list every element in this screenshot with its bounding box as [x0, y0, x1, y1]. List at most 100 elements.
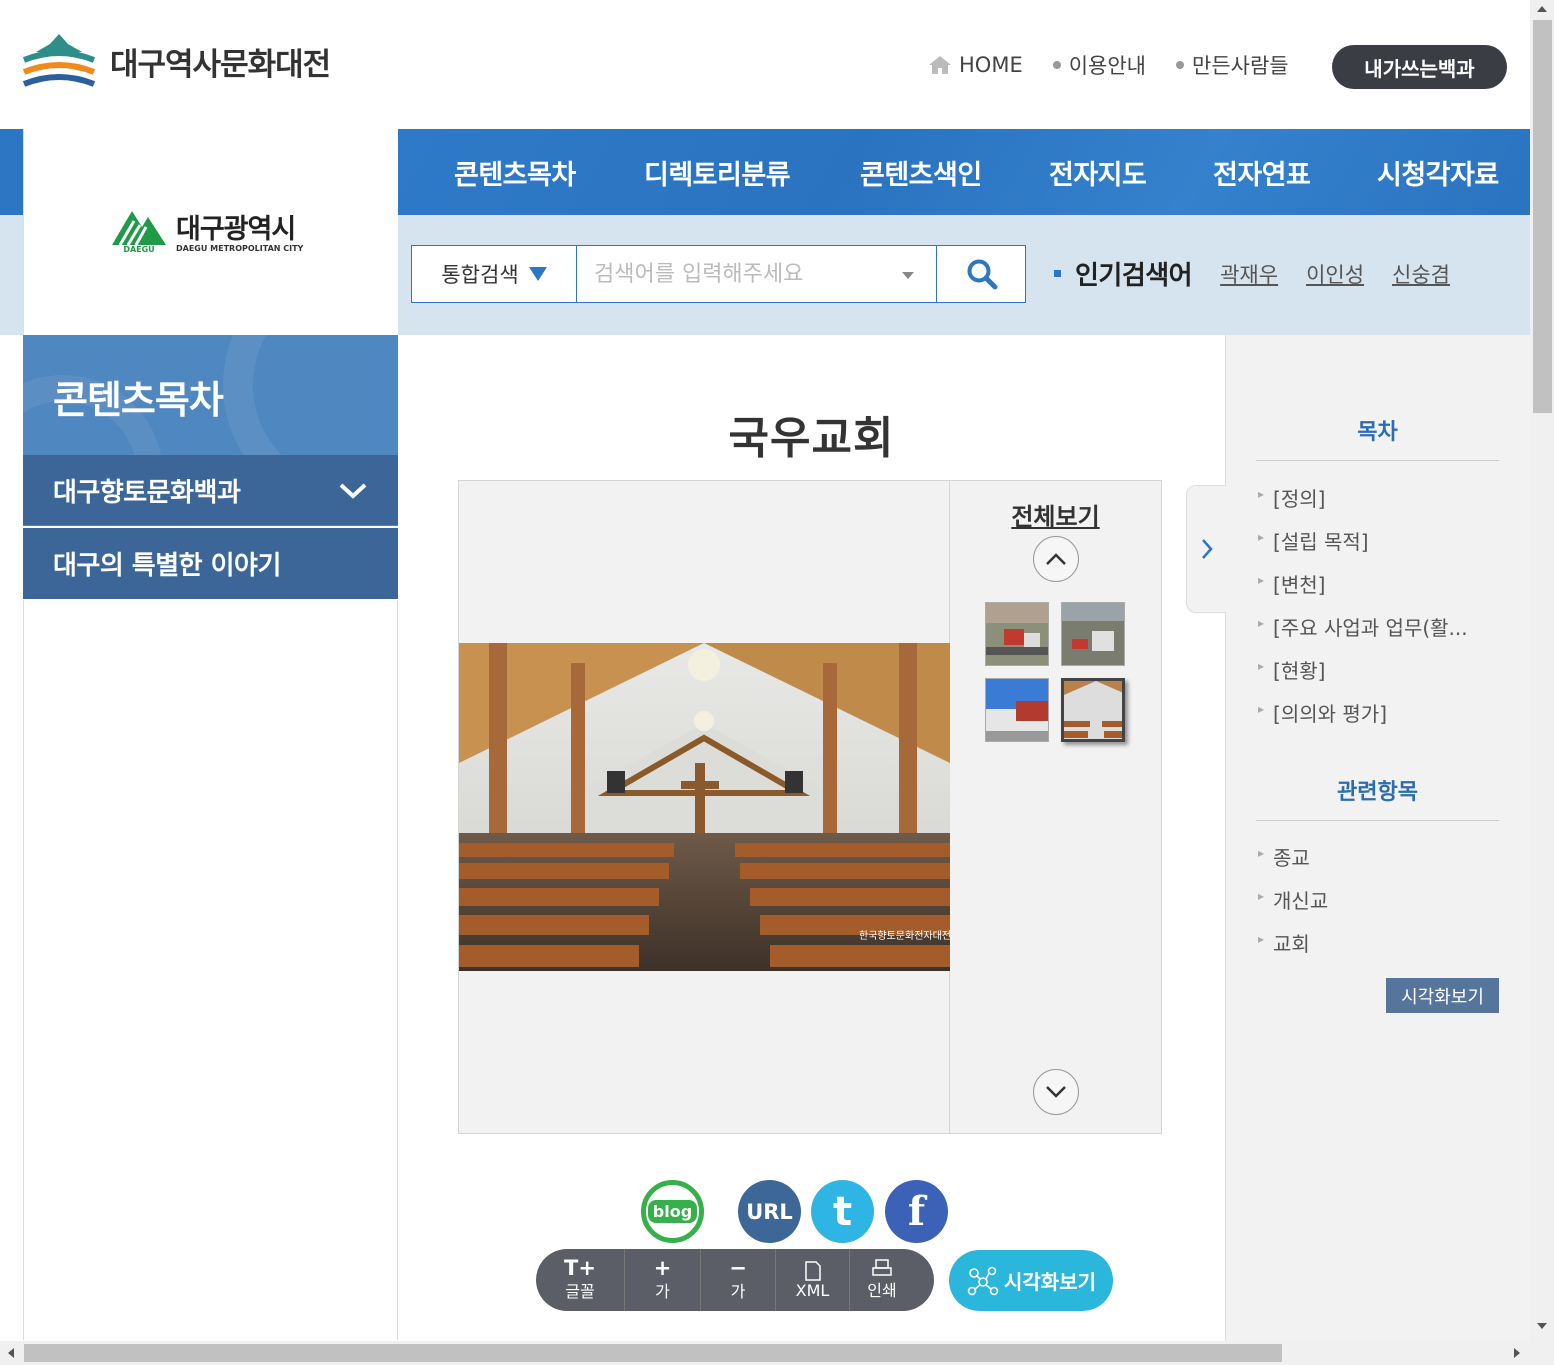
related-item-label: 종교	[1273, 846, 1310, 870]
gnb-timeline[interactable]: 전자연표	[1213, 153, 1311, 192]
thumbnail-exterior[interactable]	[985, 678, 1049, 742]
related-title: 관련항목	[1256, 774, 1499, 821]
home-icon	[929, 56, 951, 74]
gnb-directory[interactable]: 디렉토리분류	[644, 153, 791, 192]
decoration	[223, 335, 398, 455]
sidebar-item-special-story[interactable]: 대구의 특별한 이야기	[23, 528, 398, 599]
autocomplete-caret-icon[interactable]	[902, 272, 914, 279]
vertical-scrollbar[interactable]	[1530, 0, 1554, 1341]
font-button[interactable]: T+ 글꼴	[536, 1249, 625, 1311]
view-all-link[interactable]: 전체보기	[950, 497, 1161, 532]
toc-item-label: [현황]	[1273, 659, 1326, 683]
home-link-label: HOME	[959, 53, 1023, 77]
sidebar-header: 콘텐츠목차	[23, 335, 398, 455]
search-form: 통합검색	[411, 245, 1026, 303]
church-interior-photo[interactable]: 한국향토문화전자대전	[459, 643, 950, 971]
city-logo-text: 대구광역시 DAEGU METROPOLITAN CITY	[176, 214, 304, 254]
panel-toggle-button[interactable]	[1186, 485, 1226, 613]
bullet-icon: ▸	[1258, 658, 1265, 673]
zoom-in-label: 가	[655, 1282, 670, 1301]
chevron-down-icon	[1046, 1086, 1066, 1098]
blog-icon: blog	[647, 1200, 698, 1223]
bullet-icon	[1052, 61, 1061, 69]
image-viewer-main: 한국향토문화전자대전	[459, 481, 950, 1133]
article-toolbar: T+ 글꼴 + 가 − 가 XML 인쇄	[536, 1249, 934, 1311]
thumbnail-prev-button[interactable]	[1033, 536, 1079, 582]
related-item[interactable]: ▸ 개신교	[1258, 878, 1498, 921]
thumbnail-next-button[interactable]	[1033, 1069, 1079, 1115]
bullet-icon: ▸	[1258, 931, 1265, 946]
home-link[interactable]: HOME	[928, 53, 1023, 77]
toc-item[interactable]: ▸ [주요 사업과 업무(활...	[1258, 605, 1498, 648]
bullet-icon: ▸	[1258, 572, 1265, 587]
print-icon	[872, 1259, 892, 1276]
scroll-thumb[interactable]	[24, 1344, 1282, 1362]
font-icon: T+	[564, 1256, 596, 1280]
site-logo[interactable]: 대구역사문화대전	[22, 32, 331, 90]
search-input[interactable]	[578, 246, 936, 302]
creators-link-label: 만든사람들	[1192, 54, 1289, 78]
related-visualize-button[interactable]: 시각화보기	[1386, 978, 1499, 1013]
share-twitter-button[interactable]: t	[811, 1180, 874, 1243]
visualize-button[interactable]: 시각화보기	[949, 1250, 1113, 1311]
scroll-left-arrow-icon[interactable]	[8, 1348, 14, 1358]
bullet-icon: ▸	[1258, 888, 1265, 903]
xml-button[interactable]: XML	[776, 1249, 850, 1311]
creators-link[interactable]: 만든사람들	[1176, 50, 1289, 80]
toc-item[interactable]: ▸ [정의]	[1258, 476, 1498, 519]
toc-item[interactable]: ▸ [의의와 평가]	[1258, 691, 1498, 734]
search-type-select[interactable]: 통합검색	[412, 246, 577, 302]
city-name: 대구광역시	[176, 214, 296, 245]
horizontal-scrollbar[interactable]	[0, 1341, 1554, 1365]
thumbnail-interior-selected[interactable]	[1061, 678, 1125, 742]
write-encyclopedia-button[interactable]: 내가쓰는백과	[1332, 45, 1507, 89]
search-type-label: 통합검색	[441, 263, 519, 287]
toc-item[interactable]: ▸ [설립 목적]	[1258, 519, 1498, 562]
bullet-icon: ▸	[1258, 615, 1265, 630]
plus-icon: +	[653, 1256, 672, 1280]
chevron-down-icon	[339, 483, 367, 499]
guide-link[interactable]: 이용안내	[1052, 50, 1146, 80]
popular-keyword[interactable]: 이인성	[1306, 259, 1364, 289]
site-logo-icon	[22, 32, 96, 90]
scroll-up-arrow-icon[interactable]	[1537, 6, 1547, 12]
print-button[interactable]: 인쇄	[850, 1249, 914, 1311]
toc-item[interactable]: ▸ [현황]	[1258, 648, 1498, 691]
share-facebook-button[interactable]: f	[885, 1180, 948, 1243]
utility-nav: HOME 이용안내 만든사람들	[928, 50, 1319, 80]
facebook-icon: f	[907, 1188, 926, 1235]
scroll-thumb[interactable]	[1533, 20, 1552, 413]
scroll-down-arrow-icon[interactable]	[1537, 1323, 1547, 1329]
share-url-button[interactable]: URL	[738, 1180, 801, 1243]
thumbnail-aerial-2[interactable]	[1061, 602, 1125, 666]
search-button[interactable]	[936, 246, 1026, 302]
sidebar-item-daegu-encyclopedia[interactable]: 대구향토문화백과	[23, 455, 398, 526]
gnb-index[interactable]: 콘텐츠색인	[860, 153, 982, 192]
visualize-label: 시각화보기	[1004, 1270, 1096, 1294]
scroll-right-arrow-icon[interactable]	[1514, 1348, 1520, 1358]
popular-keyword[interactable]: 곽재우	[1220, 259, 1278, 289]
city-mountain-icon: DAEGU	[112, 211, 166, 253]
zoom-in-button[interactable]: + 가	[625, 1249, 701, 1311]
city-name-en: DAEGU METROPOLITAN CITY	[176, 244, 304, 253]
related-item[interactable]: ▸ 종교	[1258, 835, 1498, 878]
city-logo[interactable]: DAEGU 대구광역시 DAEGU METROPOLITAN CITY	[110, 207, 303, 253]
gnb-map[interactable]: 전자지도	[1049, 153, 1147, 192]
global-nav: 콘텐츠목차 디렉토리분류 콘텐츠색인 전자지도 전자연표 시청각자료	[398, 129, 1530, 215]
bullet-icon	[1176, 61, 1184, 69]
share-blog-button[interactable]: blog	[641, 1180, 704, 1243]
zoom-out-button[interactable]: − 가	[701, 1249, 776, 1311]
twitter-icon: t	[832, 1188, 853, 1235]
photo-watermark: 한국향토문화전자대전	[859, 930, 950, 942]
gnb-media[interactable]: 시청각자료	[1377, 153, 1499, 192]
popular-keywords-label: 인기검색어	[1075, 261, 1193, 291]
gnb-contents-toc[interactable]: 콘텐츠목차	[454, 153, 576, 192]
related-item[interactable]: ▸ 교회	[1258, 921, 1498, 964]
toc-item[interactable]: ▸ [변천]	[1258, 562, 1498, 605]
popular-keyword[interactable]: 신숭겸	[1392, 259, 1450, 289]
xml-label: XML	[795, 1280, 830, 1300]
image-viewer: 한국향토문화전자대전 전체보기	[458, 480, 1162, 1134]
thumbnail-aerial-1[interactable]	[985, 602, 1049, 666]
divider	[23, 600, 24, 1340]
minus-icon: −	[729, 1256, 747, 1280]
